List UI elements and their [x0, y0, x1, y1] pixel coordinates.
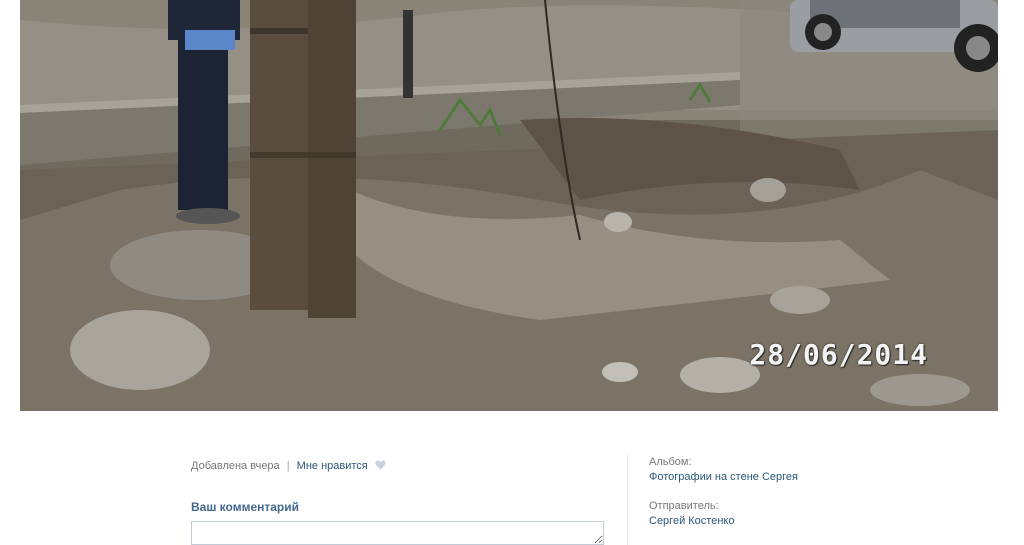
sender-link[interactable]: Сергей Костенко — [649, 515, 734, 527]
sender-info: Отправитель: Сергей Костенко — [649, 500, 734, 527]
album-info: Альбом: Фотографии на стене Сергея — [649, 456, 798, 483]
photo-meta-bar: Добавлена вчера | Мне нравится — [191, 460, 386, 472]
album-link[interactable]: Фотографии на стене Сергея — [649, 471, 798, 483]
sender-label: Отправитель: — [649, 500, 719, 512]
comment-input[interactable] — [191, 521, 604, 545]
meta-separator: | — [286, 460, 290, 472]
sidebar-divider — [627, 455, 628, 545]
album-label: Альбом: — [649, 456, 692, 468]
heart-icon[interactable] — [375, 460, 386, 470]
comment-section-title: Ваш комментарий — [191, 500, 300, 514]
photo-date-stamp: 28/06/2014 — [749, 338, 928, 371]
like-button[interactable]: Мне нравится — [297, 460, 368, 472]
added-date-label: Добавлена вчера — [191, 460, 280, 472]
photo-viewer-image[interactable]: 28/06/2014 — [20, 0, 998, 411]
